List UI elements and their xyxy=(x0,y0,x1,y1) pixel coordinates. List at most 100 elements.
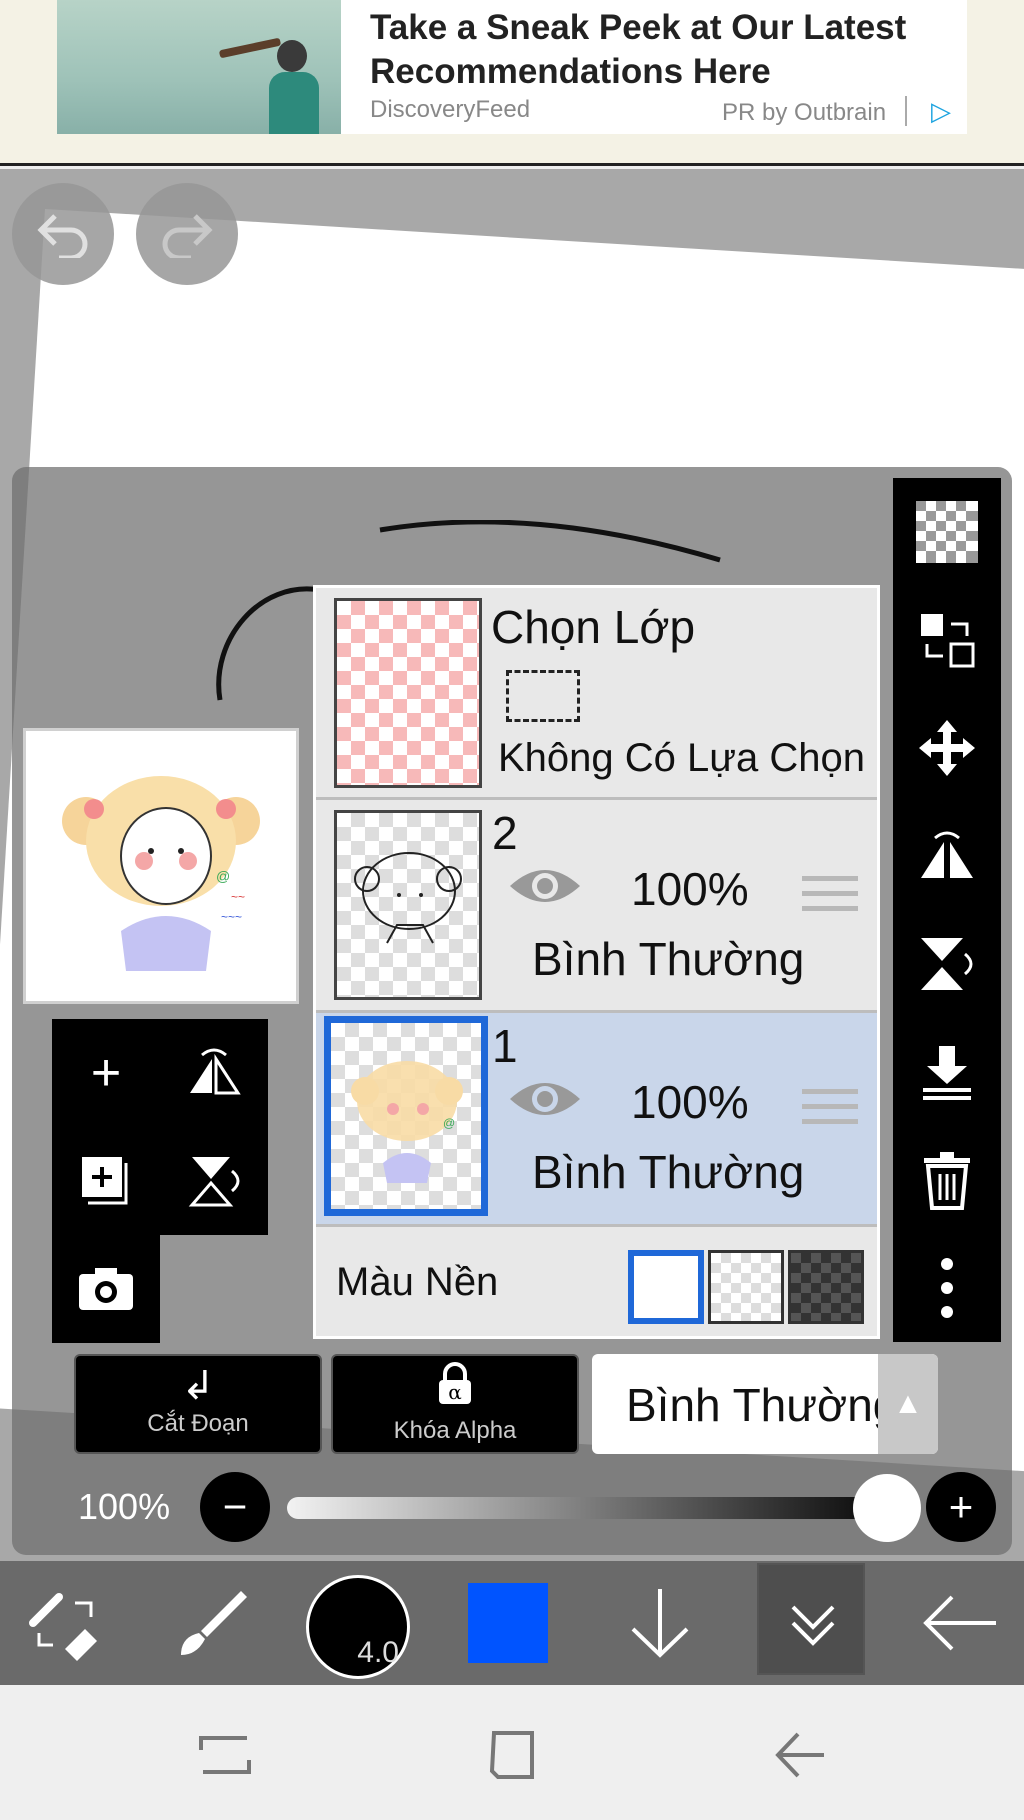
opacity-slider-track[interactable] xyxy=(287,1497,887,1519)
layer-thumbnail[interactable] xyxy=(334,810,482,1000)
ad-image-telescope xyxy=(218,37,282,59)
camera-button[interactable] xyxy=(52,1235,160,1343)
opacity-label: 100% xyxy=(78,1486,171,1527)
more-vert-icon xyxy=(941,1258,953,1318)
layer-1-art: @ xyxy=(351,1061,463,1183)
color-picker-button[interactable] xyxy=(468,1583,548,1663)
flip-vertical-button[interactable] xyxy=(893,910,1001,1018)
flip-layer-horizontal-button[interactable] xyxy=(160,1019,268,1127)
recent-apps-icon[interactable] xyxy=(195,1725,255,1785)
more-options-button[interactable] xyxy=(893,1234,1001,1342)
opacity-increase-button[interactable]: + xyxy=(926,1472,996,1542)
opacity-slider-knob[interactable] xyxy=(853,1474,921,1542)
blend-mode-value: Bình Thường xyxy=(626,1379,899,1431)
drag-handle-icon[interactable] xyxy=(802,1089,858,1133)
preview-image: @ ~~ ~~~ xyxy=(62,776,260,971)
brush-icon xyxy=(181,1591,247,1655)
move-layer-button[interactable] xyxy=(893,694,1001,802)
layer-opacity: 100% xyxy=(631,863,749,915)
layer-tools-column xyxy=(893,478,1001,1342)
background-color-row: Màu Nền xyxy=(316,1230,877,1336)
flip-horizontal-icon xyxy=(190,1048,241,1095)
transparency-button[interactable] xyxy=(893,478,1001,586)
clipping-button[interactable]: ↲ Cắt Đoạn xyxy=(74,1354,322,1454)
layers-list: Chọn Lớp Không Có Lựa Chọn 2 100% Bình T… xyxy=(313,585,880,1339)
background-dark-swatch[interactable] xyxy=(788,1250,864,1324)
background-white-swatch[interactable] xyxy=(628,1250,704,1324)
layer-row[interactable]: 2 100% Bình Thường xyxy=(316,800,877,1013)
layer-2-sketch xyxy=(354,852,462,944)
merge-down-icon xyxy=(923,1046,971,1100)
down-arrow-button[interactable] xyxy=(612,1561,708,1685)
selection-layer-row[interactable]: Chọn Lớp Không Có Lựa Chọn xyxy=(316,588,877,800)
clip-arrow-icon: ↲ xyxy=(181,1364,215,1408)
layer-thumbnail[interactable]: @ xyxy=(324,1016,488,1216)
visibility-eye-icon[interactable] xyxy=(508,1075,582,1123)
clipping-label: Cắt Đoạn xyxy=(147,1410,249,1437)
layer-opacity: 100% xyxy=(631,1076,749,1128)
layers-toggle-button[interactable] xyxy=(757,1563,865,1675)
opacity-decrease-button[interactable]: − xyxy=(200,1472,270,1542)
transform-eraser-button[interactable] xyxy=(20,1561,110,1685)
add-layer-button[interactable]: + xyxy=(52,1019,160,1127)
layer-blend-mode: Bình Thường xyxy=(532,933,805,985)
redo-icon xyxy=(162,214,213,258)
selection-layer-thumbnail[interactable] xyxy=(334,598,482,788)
ad-title[interactable]: Take a Sneak Peek at Our Latest Recommen… xyxy=(370,6,960,94)
redo-button[interactable] xyxy=(136,183,238,285)
triangle-up-icon[interactable]: ▲ xyxy=(878,1354,938,1454)
visibility-eye-icon[interactable] xyxy=(508,862,582,910)
drag-handle-icon[interactable] xyxy=(802,876,858,920)
flip-horizontal-icon xyxy=(921,831,973,878)
brush-size-value: 4.0 xyxy=(357,1636,399,1669)
undo-button[interactable] xyxy=(12,183,114,285)
flip-layer-vertical-button[interactable] xyxy=(160,1127,268,1235)
alpha-lock-label: Khóa Alpha xyxy=(393,1417,517,1444)
arrow-left-icon xyxy=(923,1595,996,1651)
alpha-lock-button[interactable]: α Khóa Alpha xyxy=(331,1354,579,1454)
ad-image-body xyxy=(269,72,319,134)
svg-text:@: @ xyxy=(443,1116,455,1130)
move-icon xyxy=(919,720,975,776)
svg-text:@: @ xyxy=(216,868,230,884)
svg-text:~~~: ~~~ xyxy=(221,910,242,924)
canvas-preview[interactable]: @ ~~ ~~~ xyxy=(23,728,299,1004)
bottom-toolbar: 4.0 xyxy=(0,1561,1024,1685)
home-icon[interactable] xyxy=(482,1725,542,1785)
back-nav-icon[interactable] xyxy=(770,1725,830,1785)
ad-divider xyxy=(905,96,907,126)
trash-icon xyxy=(924,1152,970,1210)
background-color-label: Màu Nền xyxy=(336,1260,499,1304)
ad-image[interactable] xyxy=(57,0,341,134)
ad-image-head xyxy=(277,40,307,72)
brush-size-button[interactable]: 4.0 xyxy=(306,1575,410,1679)
system-navigation-bar xyxy=(0,1685,1024,1820)
selection-layer-status: Không Có Lựa Chọn xyxy=(498,736,866,780)
checkerboard-icon xyxy=(916,501,978,563)
layer-name: 2 xyxy=(492,807,518,859)
svg-text:~~: ~~ xyxy=(231,890,245,904)
undo-icon xyxy=(37,214,88,258)
brush-tool-button[interactable] xyxy=(166,1561,256,1685)
flip-horizontal-button[interactable] xyxy=(893,802,1001,910)
duplicate-icon xyxy=(82,1157,128,1205)
ad-banner[interactable]: Take a Sneak Peek at Our Latest Recommen… xyxy=(0,0,1024,166)
arrow-down-icon xyxy=(631,1589,689,1658)
flip-vertical-icon xyxy=(188,1157,240,1207)
app-screen: Take a Sneak Peek at Our Latest Recommen… xyxy=(0,0,1024,1820)
duplicate-layer-button[interactable] xyxy=(52,1127,160,1235)
lock-icon: α xyxy=(333,1362,577,1417)
layer-row-active[interactable]: @ 1 100% Bình Thường xyxy=(316,1013,877,1227)
delete-layer-button[interactable] xyxy=(893,1126,1001,1234)
ad-sponsor[interactable]: PR by Outbrain xyxy=(722,99,886,127)
background-transparent-swatch[interactable] xyxy=(708,1250,784,1324)
adchoices-icon[interactable]: ▷ xyxy=(923,96,959,126)
flip-vertical-icon xyxy=(921,938,973,990)
merge-down-button[interactable] xyxy=(893,1018,1001,1126)
back-button[interactable] xyxy=(912,1561,1008,1685)
ad-card[interactable]: Take a Sneak Peek at Our Latest Recommen… xyxy=(57,0,967,134)
swap-layer-button[interactable] xyxy=(893,586,1001,694)
layer-name: 1 xyxy=(492,1020,518,1072)
swap-icon xyxy=(921,614,975,668)
blend-mode-select[interactable]: Bình Thường ▲ xyxy=(592,1354,938,1454)
